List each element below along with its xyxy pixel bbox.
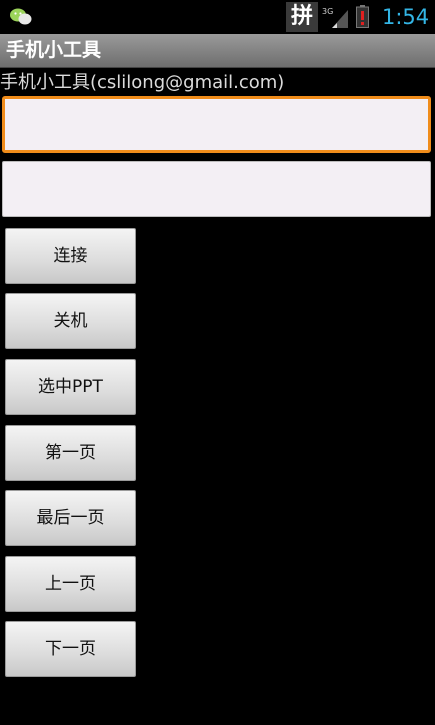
signal-icon: 3G [322,7,348,28]
connect-button[interactable]: 连接 [5,228,136,284]
shutdown-button[interactable]: 关机 [5,293,136,349]
network-type-label: 3G [322,7,333,16]
last-page-button[interactable]: 最后一页 [5,490,136,546]
wechat-icon [10,8,32,25]
input-method-icon: 拼 [286,2,318,32]
host-input[interactable] [2,96,431,153]
select-ppt-button[interactable]: 选中PPT [5,359,136,415]
first-page-button[interactable]: 第一页 [5,425,136,481]
port-input[interactable] [2,161,431,217]
next-page-button[interactable]: 下一页 [5,621,136,677]
app-title-bar: 手机小工具 [0,34,435,68]
header-label: 手机小工具(cslilong@gmail.com) [0,72,285,93]
previous-page-button[interactable]: 上一页 [5,556,136,612]
status-clock: 1:54 [382,5,430,29]
status-bar: 拼 3G 1:54 [0,0,435,34]
app-title: 手机小工具 [6,39,102,61]
battery-low-icon [356,5,369,28]
